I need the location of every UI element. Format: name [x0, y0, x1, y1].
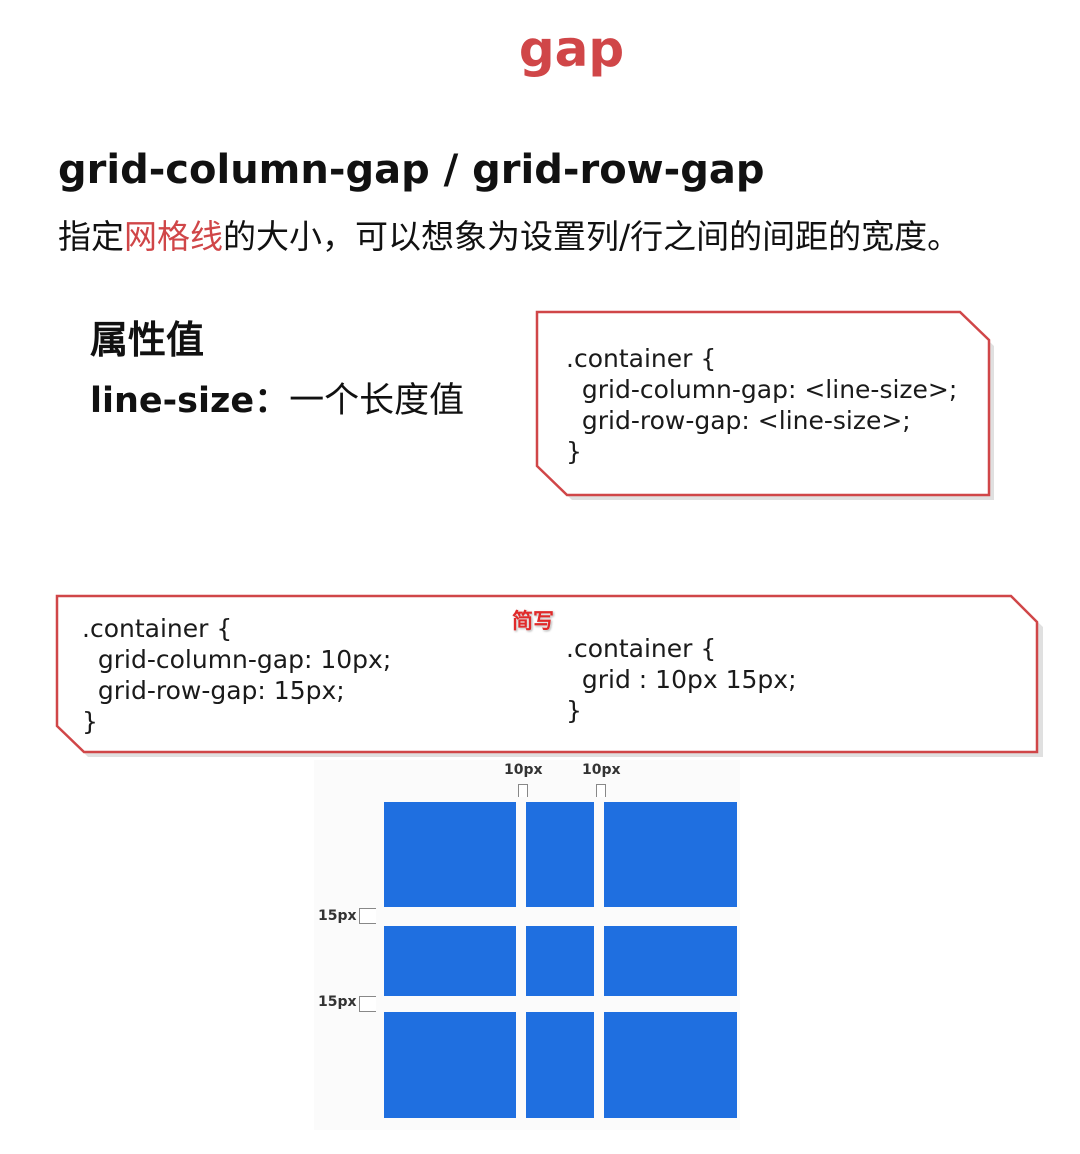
column-gap-label: 10px — [504, 762, 543, 778]
grid-cell — [526, 802, 594, 907]
grid-gap-demo: 10px 10px 15px 15px — [314, 760, 740, 1130]
property-separator: ： — [254, 381, 290, 421]
row-gap-marker — [359, 996, 376, 1012]
description-suffix: 的大小，可以想象为设置列/行之间的间距的宽度。 — [223, 217, 961, 256]
section-heading: grid-column-gap / grid-row-gap — [58, 147, 765, 193]
shorthand-tag: 简写 — [512, 609, 554, 633]
shorthand-code: .container { grid : 10px 15px; } — [566, 634, 797, 725]
grid-cell — [604, 1012, 737, 1118]
grid-cell — [384, 926, 516, 996]
page-title: gap — [518, 20, 625, 78]
description-highlight: 网格线 — [124, 217, 223, 256]
long-form-code: .container { grid-column-gap: 10px; grid… — [82, 614, 392, 736]
property-value: line-size：一个长度值 — [90, 374, 464, 428]
syntax-code: .container { grid-column-gap: <line-size… — [566, 344, 958, 466]
grid-cell — [604, 802, 737, 907]
column-gap-marker — [518, 784, 528, 797]
row-gap-label: 15px — [318, 908, 357, 924]
property-description: 一个长度值 — [289, 381, 465, 421]
grid-cell — [526, 1012, 594, 1118]
column-gap-marker — [596, 784, 606, 797]
row-gap-marker — [359, 908, 376, 924]
column-gap-label: 10px — [582, 762, 621, 778]
property-key: line-size — [90, 381, 255, 421]
property-title: 属性值 — [90, 318, 205, 362]
grid-cell — [384, 1012, 516, 1118]
row-gap-label: 15px — [318, 994, 357, 1010]
grid-cell — [526, 926, 594, 996]
description-prefix: 指定 — [58, 217, 124, 256]
grid-cell — [384, 802, 516, 907]
grid-cell — [604, 926, 737, 996]
syntax-code-box: .container { grid-column-gap: <line-size… — [535, 310, 994, 500]
description: 指定网格线的大小，可以想象为设置列/行之间的间距的宽度。 — [58, 212, 960, 262]
